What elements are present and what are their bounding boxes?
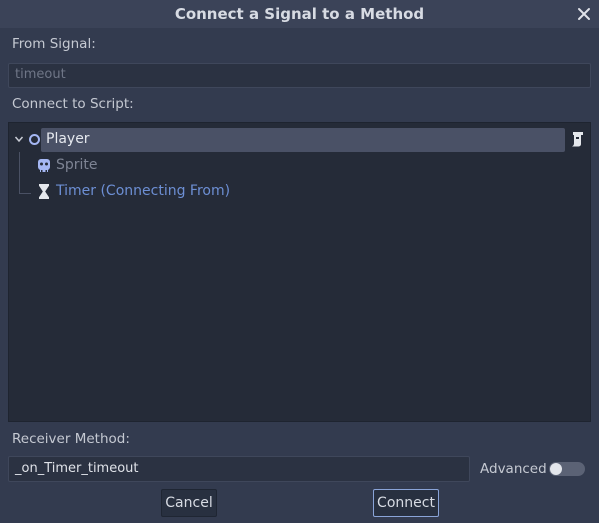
script-icon[interactable] — [570, 130, 586, 148]
from-signal-label: From Signal: — [12, 36, 96, 52]
receiver-method-label: Receiver Method: — [12, 431, 130, 447]
close-icon — [578, 8, 590, 20]
toggle-knob — [550, 463, 562, 475]
tree-item-player[interactable]: Player — [11, 128, 567, 152]
tree-item-label: Sprite — [56, 157, 98, 173]
timer-icon — [39, 184, 49, 199]
tree-item-timer[interactable]: Timer (Connecting From) — [9, 180, 309, 204]
close-button[interactable] — [573, 3, 595, 25]
sprite-icon — [38, 159, 50, 172]
tree-item-sprite[interactable]: Sprite — [9, 154, 309, 178]
connect-button[interactable]: Connect — [373, 489, 439, 517]
from-signal-field: timeout — [8, 63, 591, 88]
connect-to-script-label: Connect to Script: — [12, 96, 134, 112]
node2d-icon — [29, 134, 40, 145]
dialog-titlebar: Connect a Signal to a Method — [0, 0, 599, 28]
tree-item-label: Player — [46, 131, 90, 147]
chevron-down-icon[interactable] — [14, 133, 24, 145]
scene-tree[interactable]: Player Sprite Timer (Connecting From) — [8, 122, 591, 422]
advanced-toggle[interactable] — [549, 462, 585, 476]
dialog-title: Connect a Signal to a Method — [174, 5, 425, 23]
tree-item-label: Timer (Connecting From) — [56, 183, 231, 199]
cancel-button[interactable]: Cancel — [161, 489, 217, 517]
advanced-label: Advanced — [480, 461, 547, 477]
selection-highlight — [41, 128, 565, 152]
receiver-method-input[interactable]: _on_Timer_timeout — [8, 456, 470, 482]
